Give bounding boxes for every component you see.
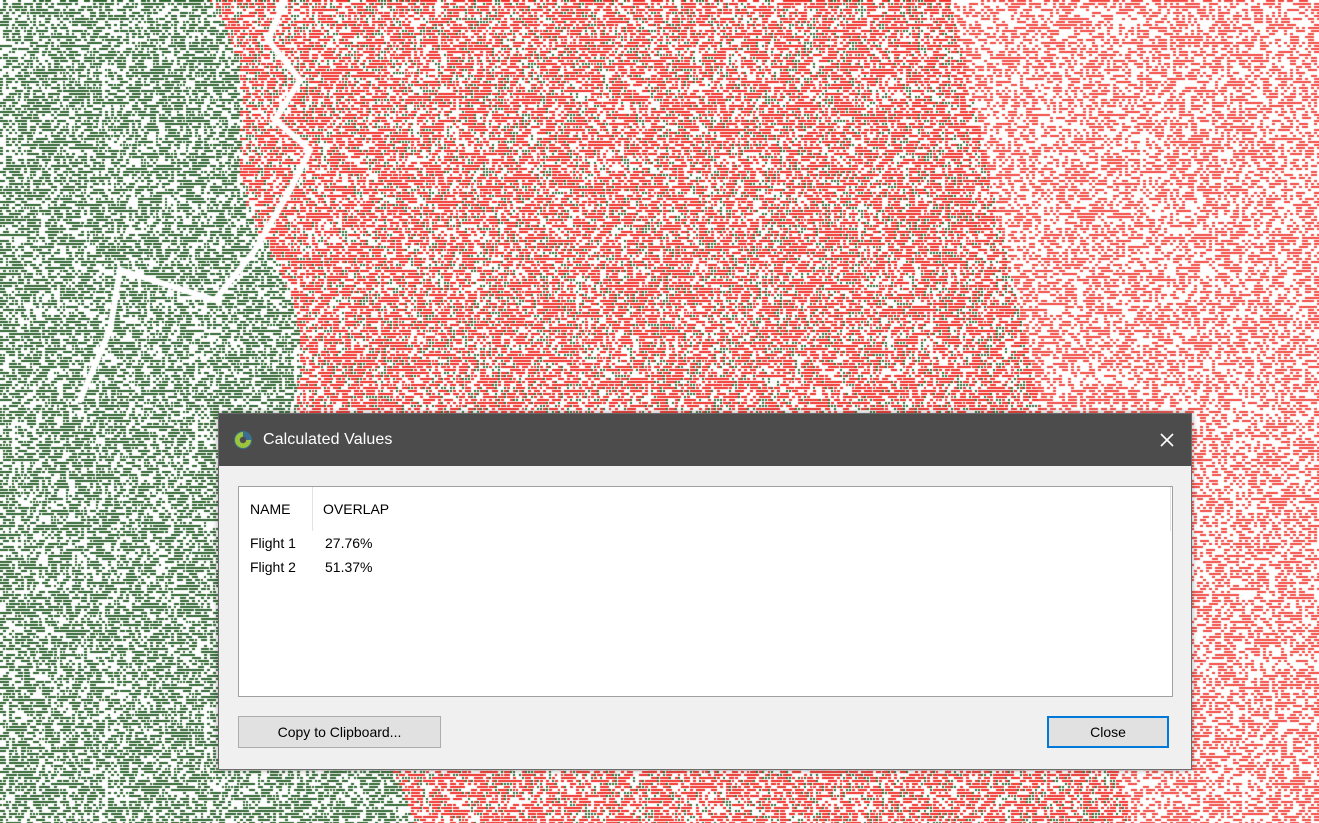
row-overlap: 27.76%: [325, 535, 373, 551]
row-overlap: 51.37%: [325, 559, 373, 575]
dialog-title-bar[interactable]: Calculated Values: [219, 414, 1191, 466]
dialog-title: Calculated Values: [263, 431, 393, 448]
close-button[interactable]: Close: [1047, 716, 1169, 748]
overlap-results-list[interactable]: NAME OVERLAP Flight 1 27.76% Flight 2 51…: [238, 486, 1173, 697]
list-item[interactable]: Flight 2 51.37%: [239, 555, 1172, 579]
row-name: Flight 1: [250, 535, 296, 551]
close-icon[interactable]: [1151, 424, 1183, 456]
point-cloud-viewport[interactable]: Calculated Values NAME OVERLAP Flight 1 …: [0, 0, 1319, 823]
row-name: Flight 2: [250, 559, 296, 575]
copy-to-clipboard-button[interactable]: Copy to Clipboard...: [238, 716, 441, 748]
list-item[interactable]: Flight 1 27.76%: [239, 531, 1172, 555]
list-header: NAME OVERLAP: [239, 487, 1172, 531]
column-header-name[interactable]: NAME: [239, 487, 313, 531]
column-header-overlap[interactable]: OVERLAP: [313, 487, 1171, 531]
calculated-values-dialog: Calculated Values NAME OVERLAP Flight 1 …: [218, 413, 1192, 770]
app-logo-icon: [234, 431, 252, 449]
